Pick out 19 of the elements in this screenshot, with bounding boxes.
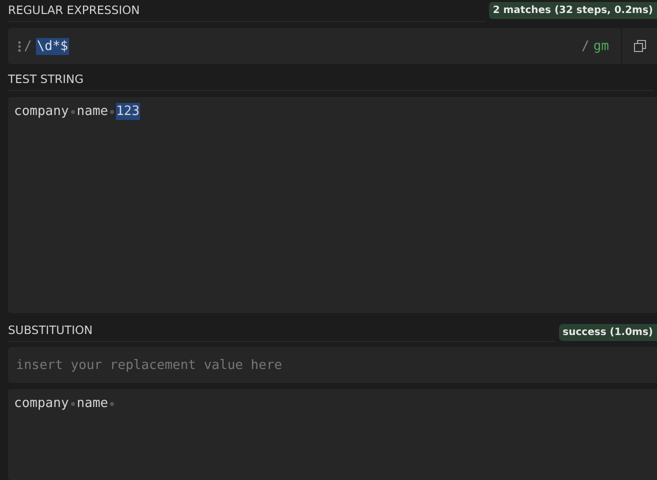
substitution-status: success (1.0ms) [558, 324, 657, 341]
text-token: name [76, 395, 108, 412]
text-token: company [14, 103, 69, 120]
text-token: 123 [116, 103, 140, 120]
regex-field[interactable]: / \d*$ / gm [8, 28, 657, 64]
regex-flags[interactable]: gm [593, 38, 609, 54]
text-token: company [14, 395, 69, 412]
section-heading: SUBSTITUTION [8, 323, 555, 342]
replacement-field[interactable]: insert your replacement value here [8, 347, 657, 383]
text-token: name [76, 103, 108, 120]
delimiter: / [24, 38, 32, 54]
copy-icon [634, 40, 646, 52]
section-heading: REGULAR EXPRESSION [8, 3, 485, 22]
regex-pattern: \d*$ [36, 38, 70, 54]
match-status: 2 matches (32 steps, 0.2ms) [488, 2, 657, 19]
drag-handle-icon[interactable] [18, 40, 21, 52]
delimiter: / [582, 38, 590, 54]
test-string-field[interactable]: company name 123 [8, 97, 657, 313]
section-heading: TEST STRING [8, 72, 653, 91]
